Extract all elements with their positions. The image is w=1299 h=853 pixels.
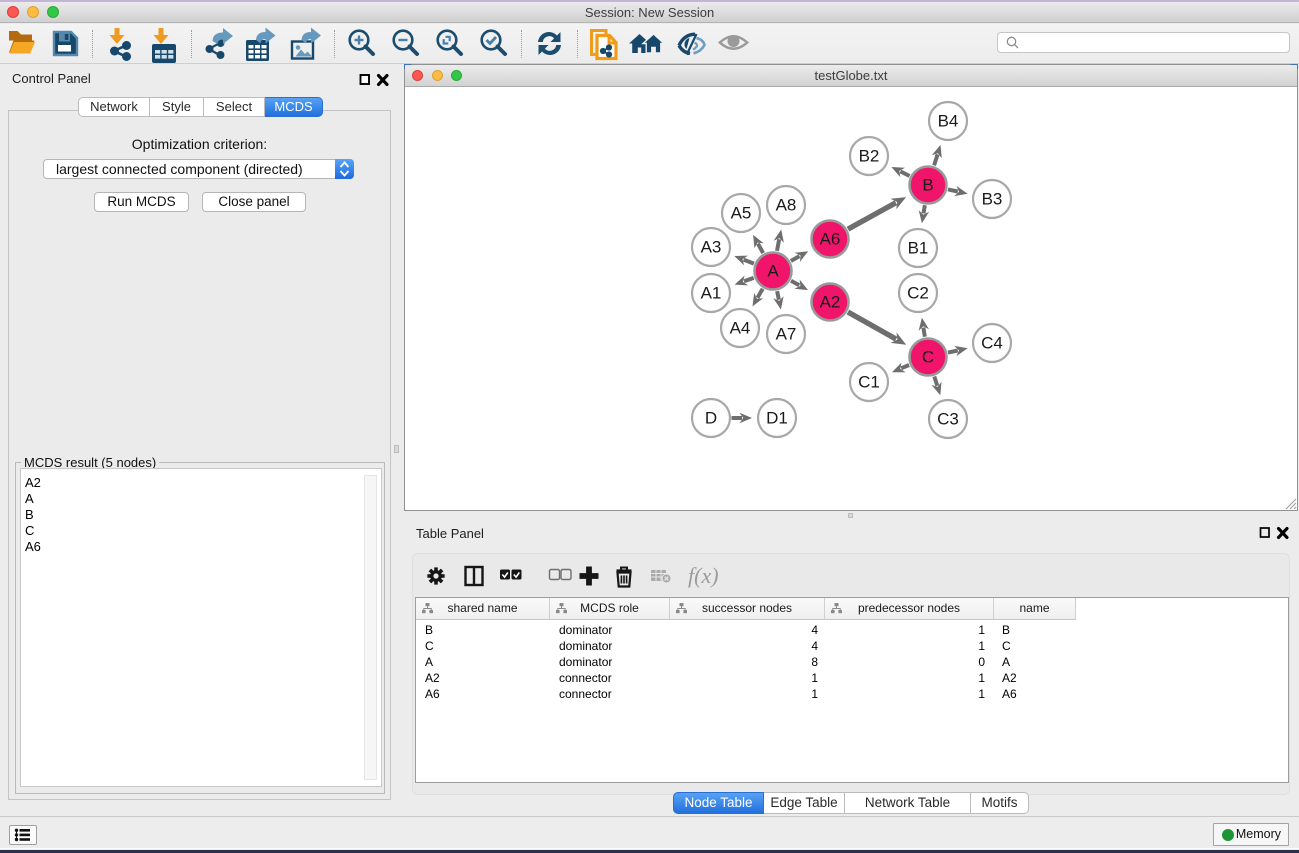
svg-text:A6: A6 — [820, 230, 841, 249]
svg-text:A4: A4 — [730, 319, 751, 338]
svg-text:B: B — [922, 176, 933, 195]
svg-text:A8: A8 — [776, 196, 797, 215]
svg-text:A: A — [767, 262, 779, 281]
svg-text:D1: D1 — [766, 409, 788, 428]
svg-text:B4: B4 — [938, 112, 959, 131]
svg-text:f(x): f(x) — [688, 563, 719, 588]
svg-text:A2: A2 — [820, 293, 841, 312]
svg-text:B3: B3 — [982, 190, 1003, 209]
svg-text:B2: B2 — [859, 147, 880, 166]
svg-text:C4: C4 — [981, 334, 1003, 353]
svg-text:A1: A1 — [701, 284, 722, 303]
svg-text:A7: A7 — [776, 325, 797, 344]
svg-text:C: C — [922, 348, 934, 367]
svg-text:A5: A5 — [731, 204, 752, 223]
svg-text:B1: B1 — [908, 239, 929, 258]
svg-text:C2: C2 — [907, 284, 929, 303]
svg-text:C1: C1 — [858, 373, 880, 392]
svg-text:D: D — [705, 409, 717, 428]
svg-text:C3: C3 — [937, 410, 959, 429]
svg-text:A3: A3 — [701, 238, 722, 257]
